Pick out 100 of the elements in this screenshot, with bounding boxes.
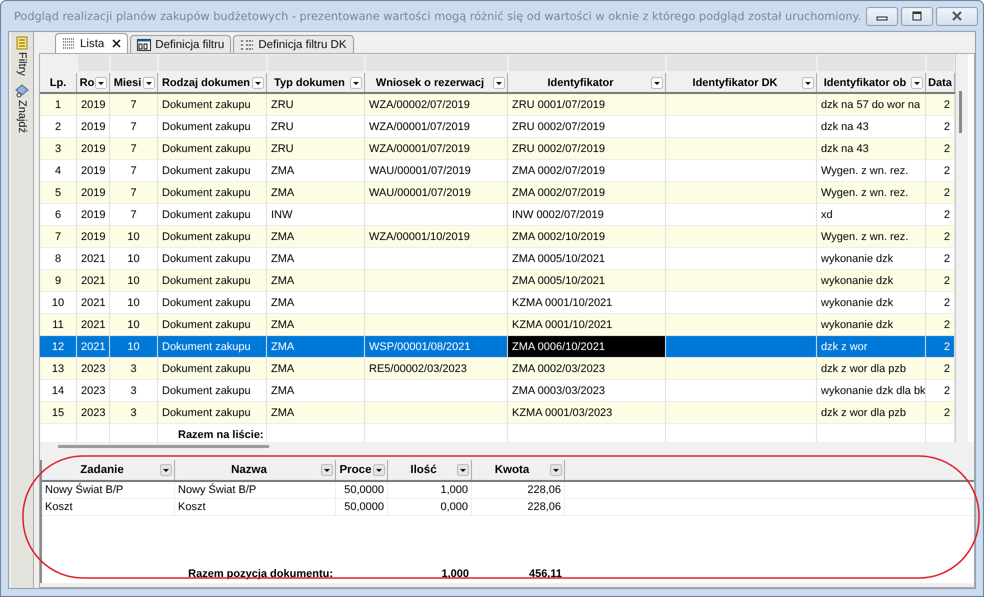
side-panel-button[interactable]: Znajdź (15, 84, 29, 133)
table-cell: ZMA (271, 252, 294, 264)
dropdown-icon[interactable] (802, 76, 814, 88)
filter-field[interactable] (509, 55, 665, 71)
table-cell: Dokument zakupu (162, 186, 251, 198)
table-row[interactable]: 11 2021 10 Dokument zakupu ZMA KZMA 0001/10/2021 wykonanie dzk 2 (40, 314, 955, 336)
table-row[interactable]: 5 2019 7 Dokument zakupu ZMA WAU/00001/07/2019 ZMA 0002/07/2019 Wygen. z wn. rez. 2 (40, 182, 955, 204)
side-panel-button[interactable]: Filtry (16, 36, 28, 76)
column-header[interactable]: Identyfikator DK (666, 73, 817, 92)
table-cell: INW 0002/07/2019 (512, 208, 604, 220)
column-header[interactable]: Lp. (40, 73, 77, 92)
table-cell: Koszt (45, 501, 73, 513)
table-row[interactable]: 4 2019 7 Dokument zakupu ZMA WAU/00001/07/2019 ZMA 0002/07/2019 Wygen. z wn. rez. 2 (40, 160, 955, 182)
table-cell: ZRU (271, 142, 294, 154)
filter-field[interactable] (111, 55, 157, 71)
table-cell: wykonanie dzk (821, 318, 894, 330)
column-header[interactable]: Rodzaj dokumen (158, 73, 267, 92)
table-row[interactable]: 7 2019 10 Dokument zakupu ZMA WZA/00001/10/2019 ZMA 0002/10/2019 Wygen. z wn. rez. 2 (40, 226, 955, 248)
minimize-button[interactable] (866, 6, 898, 26)
dropdown-icon[interactable] (550, 464, 562, 476)
table-cell: ZRU (271, 120, 294, 132)
table-row[interactable]: 2 2019 7 Dokument zakupu ZRU WZA/00001/07/2019 ZRU 0002/07/2019 dzk na 43 2 (40, 116, 955, 138)
column-header[interactable]: Miesi (110, 73, 158, 92)
table-row[interactable]: 15 2023 3 Dokument zakupu ZMA KZMA 0001/03/2023 dzk z wor dla pzb 2 (40, 402, 955, 424)
close-icon (950, 11, 964, 21)
table-cell: 2019 (81, 120, 106, 132)
table-cell: wykonanie dzk (821, 252, 894, 264)
table-cell: KZMA 0001/10/2021 (512, 318, 612, 330)
dropdown-icon[interactable] (143, 76, 155, 88)
table-row[interactable]: 6 2019 7 Dokument zakupu INW INW 0002/07/2019 xd 2 (40, 204, 955, 226)
table-cell: 2 (944, 406, 950, 418)
column-header[interactable]: Proce (336, 460, 388, 480)
table-cell: ZRU 0002/07/2019 (512, 142, 605, 154)
column-header[interactable]: Nazwa (175, 460, 336, 480)
tab[interactable]: Definicja filtru (130, 35, 232, 53)
table-cell: ZMA (271, 318, 294, 330)
table-cell: ZMA (271, 274, 294, 286)
dropdown-icon[interactable] (911, 76, 923, 88)
filter-field[interactable] (927, 55, 954, 71)
table-cell: dzk na 57 do wor na (821, 98, 920, 110)
table-row[interactable]: 9 2021 10 Dokument zakupu ZMA ZMA 0005/10/2021 wykonanie dzk 2 (40, 270, 955, 292)
vertical-scrollbar[interactable] (955, 54, 968, 442)
list-icon (62, 38, 76, 50)
window-title: Podgląd realizacji planów zakupów budżetowych - prezentowane wartości mogą różnić się od wartości w oknie z którego podgląd został uruchomiony. (14, 10, 862, 22)
table-cell: 7 (130, 186, 137, 198)
dropdown-icon[interactable] (95, 76, 107, 88)
table-cell: 3 (130, 384, 137, 396)
maximize-button[interactable] (901, 6, 934, 26)
table-row[interactable]: 3 2019 7 Dokument zakupu ZRU WZA/00001/07/2019 ZRU 0002/07/2019 dzk na 43 2 (40, 138, 955, 160)
dropdown-icon[interactable] (350, 76, 362, 88)
table-row[interactable]: 12 2021 10 Dokument zakupu ZMA WSP/00001/08/2021 ZMA 0006/10/2021 dzk z wor 2 (40, 336, 955, 358)
table-cell: 10 (127, 274, 140, 286)
table-cell: WZA/00001/07/2019 (369, 142, 470, 154)
filter-field[interactable] (78, 55, 109, 71)
table-cell: KZMA 0001/03/2023 (512, 406, 612, 418)
column-header[interactable]: Ro (77, 73, 110, 92)
maximize-icon (911, 11, 924, 21)
table-cell: ZMA (271, 296, 294, 308)
dropdown-icon[interactable] (160, 464, 172, 476)
dropdown-icon[interactable] (651, 76, 663, 88)
table-cell: 2 (944, 230, 950, 242)
dropdown-icon[interactable] (321, 464, 333, 476)
table-row[interactable]: 13 2023 3 Dokument zakupu ZMA RE5/00002/03/2023 ZMA 0002/03/2023 dzk z wor dla pzb 2 (40, 358, 955, 380)
filter-field[interactable] (268, 55, 364, 71)
filter-field[interactable] (159, 55, 266, 71)
column-header[interactable]: Zadanie (42, 460, 175, 480)
tab[interactable]: Lista (55, 33, 128, 53)
column-header[interactable]: Kwota (472, 460, 565, 480)
close-icon[interactable] (112, 39, 122, 48)
table-row[interactable]: 10 2021 10 Dokument zakupu ZMA KZMA 0001/10/2021 wykonanie dzk 2 (40, 292, 955, 314)
filter-field[interactable] (818, 55, 925, 71)
table-cell: 10 (127, 296, 140, 308)
dropdown-icon[interactable] (493, 76, 505, 88)
table-row[interactable]: 1 2019 7 Dokument zakupu ZRU WZA/00002/07/2019 ZRU 0001/07/2019 dzk na 57 do wor na 2 (40, 94, 955, 116)
column-header[interactable]: Wniosek o rezerwacj (365, 73, 508, 92)
table-row[interactable]: 8 2021 10 Dokument zakupu ZMA ZMA 0005/10/2021 wykonanie dzk 2 (40, 248, 955, 270)
table-cell: dzk z wor dla pzb (821, 406, 906, 418)
table-cell: ZRU 0002/07/2019 (512, 120, 605, 132)
tab[interactable]: Definicja filtru DK (233, 35, 354, 53)
dropdown-icon[interactable] (252, 76, 264, 88)
table-cell: ZRU 0001/07/2019 (512, 98, 605, 110)
close-button[interactable] (936, 6, 978, 26)
table-cell: ZMA 0005/10/2021 (512, 274, 605, 286)
column-header[interactable]: Ilość (388, 460, 472, 480)
table-cell: INW (271, 208, 292, 220)
find-icon (15, 84, 29, 98)
column-header[interactable]: Typ dokumen (267, 73, 365, 92)
table-cell: Dokument zakupu (162, 296, 251, 308)
table-cell: 4 (54, 164, 62, 176)
filter-field[interactable] (366, 55, 507, 71)
column-header[interactable]: Identyfikator (508, 73, 666, 92)
dropdown-icon[interactable] (373, 464, 385, 476)
table-cell: 228,06 (527, 501, 561, 513)
table-cell: ZMA 0002/07/2019 (512, 186, 605, 198)
dropdown-icon[interactable] (457, 464, 469, 476)
tree-icon (240, 38, 254, 50)
table-cell: 7 (54, 230, 62, 242)
column-header[interactable]: Identyfikator ob (817, 73, 926, 92)
table-cell: 2021 (81, 252, 106, 264)
filter-field[interactable] (667, 55, 816, 71)
